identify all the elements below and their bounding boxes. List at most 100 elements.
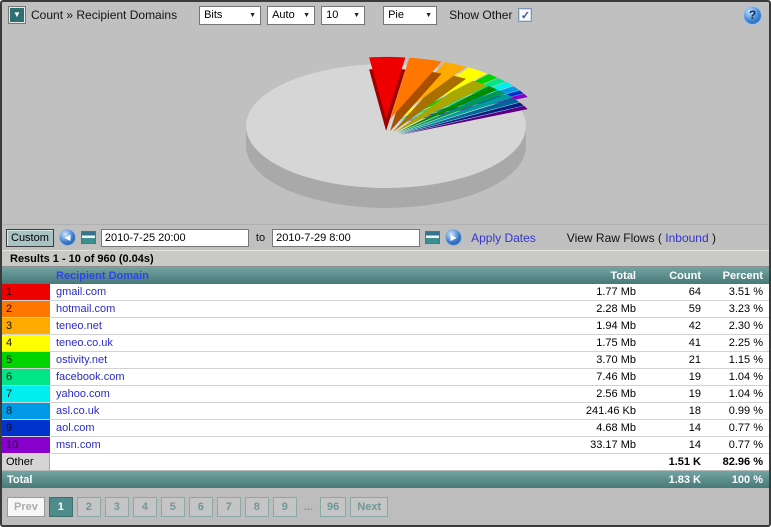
table-row: 9 aol.com 4.68 Mb 14 0.77 % (2, 420, 769, 437)
percent-value: 0.77 % (728, 439, 763, 451)
percent-value: 0.99 % (728, 405, 763, 417)
recipient-domain-column-header[interactable]: Recipient Domain (50, 270, 492, 282)
count-value: 14 (688, 439, 701, 451)
domain-link[interactable]: asl.co.uk (50, 405, 492, 417)
units-select[interactable]: Bits ▼ (199, 5, 262, 25)
domain-link[interactable]: teneo.net (50, 320, 492, 332)
page-button[interactable]: 6 (188, 496, 213, 517)
total-row: Total 1.83 K 100 % (2, 471, 769, 488)
other-row-label: Other (2, 454, 50, 470)
rank-color-cell: 10 (2, 437, 50, 453)
table-body: 1 gmail.com 1.77 Mb 64 3.51 % 2 hotmail.com 2.2… (2, 284, 769, 454)
last-page-button[interactable]: 96 (320, 496, 347, 517)
rank-color-cell: 9 (2, 420, 50, 436)
table-row: 8 asl.co.uk 241.46 Kb 18 0.99 % (2, 403, 769, 420)
count-value: 42 (688, 320, 701, 332)
table-row: 10 msn.com 33.17 Mb 14 0.77 % (2, 437, 769, 454)
domain-link[interactable]: msn.com (50, 439, 492, 451)
count-value: 18 (688, 405, 701, 417)
chevron-down-icon: ▼ (353, 11, 361, 19)
calendar-icon[interactable] (425, 231, 441, 244)
percent-column-header[interactable]: Percent (707, 270, 769, 282)
prev-page-button[interactable]: Prev (7, 496, 45, 517)
down-triangle-icon: ▼ (13, 10, 21, 19)
domain-link[interactable]: ostivity.net (50, 354, 492, 366)
total-value: 33.17 Mb (590, 439, 636, 451)
rank-color-cell: 8 (2, 403, 50, 419)
apply-dates-link[interactable]: Apply Dates (471, 231, 536, 245)
next-range-button[interactable]: ▶ (445, 229, 463, 246)
date-controls: Custom ◀ to ▶ Apply Dates View Raw Flows… (2, 224, 769, 250)
total-row-count: 1.83 K (668, 473, 701, 486)
chevron-down-icon: ▼ (425, 11, 433, 19)
report-title: Count » Recipient Domains (31, 8, 178, 22)
table-row: 2 hotmail.com 2.28 Mb 59 3.23 % (2, 301, 769, 318)
pie-chart[interactable] (2, 28, 769, 224)
page-button[interactable]: 7 (216, 496, 241, 517)
show-other-label: Show Other (449, 8, 513, 22)
date-to-input[interactable] (272, 228, 421, 247)
page-button[interactable]: 1 (48, 496, 73, 517)
total-value: 7.46 Mb (596, 371, 636, 383)
interval-select[interactable]: Auto ▼ (267, 5, 316, 25)
top-n-select-value: 10 (326, 9, 339, 21)
page-button[interactable]: 3 (104, 496, 129, 517)
check-icon: ✓ (520, 9, 531, 22)
chevron-down-icon: ▼ (303, 11, 311, 19)
total-value: 1.77 Mb (596, 286, 636, 298)
count-value: 14 (688, 422, 701, 434)
total-value: 1.94 Mb (596, 320, 636, 332)
view-raw-flows-prefix: View Raw Flows ( (566, 230, 666, 245)
calendar-icon[interactable] (80, 231, 96, 244)
table-row: 3 teneo.net 1.94 Mb 42 2.30 % (2, 318, 769, 335)
rank-color-cell: 4 (2, 335, 50, 351)
top-n-select[interactable]: 10 ▼ (321, 5, 366, 25)
chart-type-select[interactable]: Pie ▼ (383, 5, 438, 25)
rank-color-cell: 1 (2, 284, 50, 300)
domain-link[interactable]: gmail.com (50, 286, 492, 298)
pagination-ellipsis: ... (303, 500, 314, 513)
domain-link[interactable]: yahoo.com (50, 388, 492, 400)
domain-link[interactable]: facebook.com (50, 371, 492, 383)
custom-range-button[interactable]: Custom (6, 228, 54, 247)
report-window: ▼ Count » Recipient Domains Bits ▼ Auto … (0, 0, 771, 527)
total-column-header[interactable]: Total (492, 270, 642, 282)
percent-value: 1.04 % (728, 371, 763, 383)
count-value: 59 (688, 303, 701, 315)
other-row-percent: 82.96 % (722, 456, 763, 468)
domain-link[interactable]: teneo.co.uk (50, 337, 492, 349)
show-other-checkbox[interactable]: ✓ (518, 8, 533, 22)
page-button[interactable]: 2 (76, 496, 101, 517)
units-select-value: Bits (204, 9, 223, 21)
view-raw-flows-suffix: ) (708, 230, 716, 245)
domain-link[interactable]: aol.com (50, 422, 492, 434)
percent-value: 1.15 % (728, 354, 763, 366)
date-from-input[interactable] (100, 228, 249, 247)
rank-color-cell: 2 (2, 301, 50, 317)
count-value: 64 (688, 286, 701, 298)
page-button[interactable]: 9 (272, 496, 297, 517)
table-row: 4 teneo.co.uk 1.75 Mb 41 2.25 % (2, 335, 769, 352)
previous-range-button[interactable]: ◀ (58, 229, 76, 246)
report-menu-button[interactable]: ▼ (9, 7, 25, 23)
view-raw-flows: View Raw Flows ( Inbound ) (567, 231, 716, 245)
next-page-button[interactable]: Next (350, 496, 389, 517)
page-button[interactable]: 4 (132, 496, 157, 517)
table-row: 1 gmail.com 1.77 Mb 64 3.51 % (2, 284, 769, 301)
left-arrow-icon: ◀ (64, 232, 71, 242)
page-button[interactable]: 8 (244, 496, 269, 517)
total-row-percent: 100 % (731, 473, 763, 486)
table-row: 7 yahoo.com 2.56 Mb 19 1.04 % (2, 386, 769, 403)
count-value: 21 (688, 354, 701, 366)
help-button[interactable]: ? (743, 5, 762, 25)
other-row-count: 1.51 K (668, 456, 701, 468)
domain-link[interactable]: hotmail.com (50, 303, 492, 315)
percent-value: 3.23 % (728, 303, 763, 315)
table-row: 6 facebook.com 7.46 Mb 19 1.04 % (2, 369, 769, 386)
total-value: 3.70 Mb (596, 354, 636, 366)
page-button[interactable]: 5 (160, 496, 185, 517)
interval-select-value: Auto (272, 9, 295, 21)
inbound-link[interactable]: Inbound (665, 231, 708, 245)
table-row: 5 ostivity.net 3.70 Mb 21 1.15 % (2, 352, 769, 369)
count-column-header[interactable]: Count (642, 270, 707, 282)
